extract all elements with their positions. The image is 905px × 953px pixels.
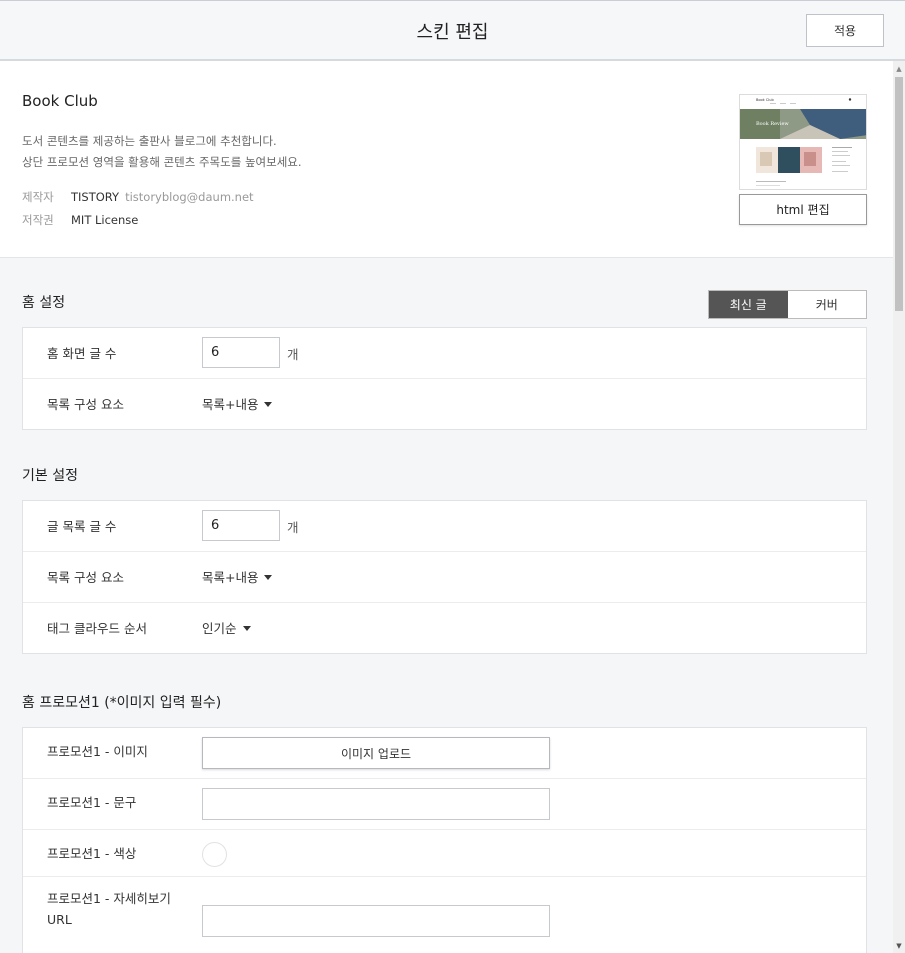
apply-button[interactable]: 적용 (806, 14, 884, 47)
promotion1-phrase-label: 프로모션1 - 문구 (47, 795, 137, 810)
promotion1-phrase-row: 프로모션1 - 문구 (23, 779, 866, 830)
caret-down-icon (264, 402, 273, 407)
maker-email: tistoryblog@daum.net (125, 190, 254, 204)
promotion1-url-input[interactable] (202, 905, 550, 937)
home-post-count-input[interactable]: 6 (202, 337, 280, 368)
skin-description: 도서 콘텐츠를 제공하는 출판사 블로그에 추천합니다. 상단 프로모션 영역을… (22, 131, 302, 173)
tag-cloud-order-row: 태그 클라우드 순서 인기순 (23, 603, 866, 653)
basic-post-count-row: 글 목록 글 수 6 개 (23, 501, 866, 552)
home-list-elements-dropdown[interactable]: 목록+내용 (202, 394, 273, 413)
color-picker-swatch[interactable] (202, 842, 227, 867)
toggle-latest-posts[interactable]: 최신 글 (709, 291, 788, 318)
home-post-count-unit: 개 (287, 347, 299, 362)
skin-description-line1: 도서 콘텐츠를 제공하는 출판사 블로그에 추천합니다. (22, 134, 277, 148)
settings-scroll-area: Book Club 도서 콘텐츠를 제공하는 출판사 블로그에 추천합니다. 상… (0, 61, 893, 953)
promotion1-image-label: 프로모션1 - 이미지 (47, 744, 148, 759)
scroll-down-arrow-icon[interactable]: ▼ (893, 942, 905, 950)
toggle-cover[interactable]: 커버 (788, 291, 867, 318)
promotion1-color-row: 프로모션1 - 색상 (23, 830, 866, 877)
basic-post-count-label: 글 목록 글 수 (47, 519, 117, 534)
skin-maker: 제작자 TISTORY tistoryblog@daum.net (22, 189, 254, 205)
skin-description-line2: 상단 프로모션 영역을 활용해 콘텐츠 주목도를 높여보세요. (22, 155, 302, 169)
promotion1-url-label-line1: 프로모션1 - 자세히보기 (47, 891, 171, 906)
basic-list-elements-label: 목록 구성 요소 (47, 570, 124, 585)
vertical-scrollbar[interactable]: ▲ ▼ (893, 61, 905, 953)
skin-name: Book Club (22, 92, 98, 110)
maker-name: TISTORY (71, 190, 120, 204)
home-list-elements-label: 목록 구성 요소 (47, 397, 124, 412)
home-list-elements-value: 목록+내용 (202, 397, 259, 412)
promotion1-image-row: 프로모션1 - 이미지 이미지 업로드 (23, 728, 866, 779)
scroll-up-arrow-icon[interactable]: ▲ (893, 65, 905, 73)
image-upload-button[interactable]: 이미지 업로드 (202, 737, 550, 769)
tag-cloud-order-dropdown[interactable]: 인기순 (202, 618, 251, 637)
promotion1-url-row: 프로모션1 - 자세히보기 URL (23, 877, 866, 953)
promotion1-panel: 프로모션1 - 이미지 이미지 업로드 프로모션1 - 문구 프로모션1 - 색… (22, 727, 867, 953)
skin-thumbnail: Book Club Book Review (739, 94, 867, 190)
promotion1-title: 홈 프로모션1 (*이미지 입력 필수) (22, 695, 222, 711)
license-value: MIT License (71, 213, 139, 227)
basic-list-elements-row: 목록 구성 요소 목록+내용 (23, 552, 866, 603)
basic-settings-title: 기본 설정 (22, 468, 78, 484)
skin-info-panel: Book Club 도서 콘텐츠를 제공하는 출판사 블로그에 추천합니다. 상… (0, 61, 893, 258)
license-label: 저작권 (22, 213, 54, 227)
top-bar: 스킨 편집 적용 (0, 0, 905, 61)
scrollbar-thumb[interactable] (895, 77, 903, 311)
skin-license: 저작권 MIT License (22, 212, 138, 228)
promotion1-url-label: 프로모션1 - 자세히보기 URL (47, 888, 171, 930)
home-type-toggle: 최신 글 커버 (708, 290, 867, 319)
basic-post-count-unit: 개 (287, 520, 299, 535)
page-title: 스킨 편집 (416, 22, 489, 43)
maker-label: 제작자 (22, 190, 54, 204)
basic-list-elements-value: 목록+내용 (202, 570, 259, 585)
skin-thumbnail-image: Book Club Book Review (740, 95, 866, 189)
caret-down-icon (264, 575, 273, 580)
basic-settings-panel: 글 목록 글 수 6 개 목록 구성 요소 목록+내용 태그 클라우드 순서 인… (22, 500, 867, 654)
tag-cloud-order-label: 태그 클라우드 순서 (47, 621, 147, 636)
basic-list-elements-dropdown[interactable]: 목록+내용 (202, 567, 273, 586)
home-post-count-row: 홈 화면 글 수 6 개 (23, 328, 866, 379)
thumb-blog-title: Book Club (756, 98, 774, 102)
thumb-banner-text: Book Review (756, 121, 789, 127)
basic-post-count-input[interactable]: 6 (202, 510, 280, 541)
promotion1-color-label: 프로모션1 - 색상 (47, 846, 137, 861)
promotion1-url-label-line2: URL (47, 912, 72, 927)
home-settings-panel: 홈 화면 글 수 6 개 목록 구성 요소 목록+내용 (22, 327, 867, 430)
home-post-count-label: 홈 화면 글 수 (47, 346, 117, 361)
html-edit-button[interactable]: html 편집 (739, 194, 867, 225)
promotion1-phrase-input[interactable] (202, 788, 550, 820)
caret-down-icon (242, 626, 251, 631)
tag-cloud-order-value: 인기순 (202, 621, 237, 636)
home-list-elements-row: 목록 구성 요소 목록+내용 (23, 379, 866, 429)
home-settings-title: 홈 설정 (22, 295, 66, 311)
